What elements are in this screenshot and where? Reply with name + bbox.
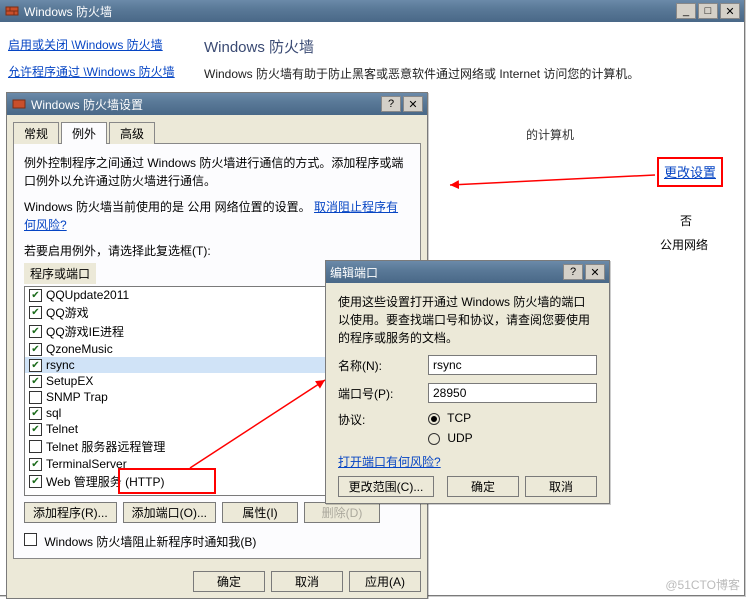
list-item-checkbox[interactable]: ✔ <box>29 375 42 388</box>
list-header: 程序或端口 <box>24 263 96 284</box>
list-item-label: QQUpdate2011 <box>46 288 129 302</box>
add-port-button[interactable]: 添加端口(O)... <box>123 502 216 523</box>
list-item-label: Telnet <box>46 422 78 436</box>
settings-cancel-button[interactable]: 取消 <box>271 571 343 592</box>
list-item-label: Telnet 服务器远程管理 <box>46 438 165 455</box>
tab-exceptions[interactable]: 例外 <box>61 122 107 144</box>
settings-title: Windows 防火墙设置 <box>31 96 381 113</box>
status-value-1: 否 <box>680 212 692 229</box>
protocol-tcp-radio[interactable] <box>428 413 440 425</box>
list-item-checkbox[interactable]: ✔ <box>29 423 42 436</box>
list-item-checkbox[interactable]: ✔ <box>29 359 42 372</box>
settings-help-button[interactable]: ? <box>381 96 401 112</box>
bg-window-title: Windows 防火墙 <box>24 3 676 20</box>
change-settings-link[interactable]: 更改设置 <box>664 162 716 181</box>
list-item-checkbox[interactable]: ✔ <box>29 306 42 319</box>
panel-heading: Windows 防火墙 <box>204 36 730 57</box>
editport-close-button[interactable]: ✕ <box>585 264 605 280</box>
exceptions-description: 例外控制程序之间通过 Windows 防火墙进行通信的方式。添加程序或端口例外以… <box>24 154 410 190</box>
list-item-label: TerminalServer <box>46 457 127 471</box>
minimize-button[interactable]: _ <box>676 3 696 19</box>
settings-close-button[interactable]: ✕ <box>403 96 423 112</box>
editport-titlebar: 编辑端口 ? ✕ <box>326 261 609 283</box>
list-item-label: sql <box>46 406 61 420</box>
list-item-checkbox[interactable] <box>29 391 42 404</box>
bg-window-titlebar: Windows 防火墙 _ □ ✕ <box>0 0 744 22</box>
list-item-label: SNMP Trap <box>46 390 108 404</box>
port-risk-link[interactable]: 打开端口有何风险? <box>338 455 441 469</box>
list-item-checkbox[interactable] <box>29 440 42 453</box>
editport-description: 使用这些设置打开通过 Windows 防火墙的端口以使用。要查找端口号和协议，请… <box>338 293 597 347</box>
list-item-checkbox[interactable]: ✔ <box>29 475 42 488</box>
editport-title: 编辑端口 <box>330 264 563 281</box>
add-program-button[interactable]: 添加程序(R)... <box>24 502 117 523</box>
list-item-checkbox[interactable]: ✔ <box>29 343 42 356</box>
notify-label: Windows 防火墙阻止新程序时通知我(B) <box>44 535 256 549</box>
editport-ok-button[interactable]: 确定 <box>447 476 519 497</box>
nav-allow-program[interactable]: 允许程序通过 \Windows 防火墙 <box>8 63 182 80</box>
list-item-checkbox[interactable]: ✔ <box>29 407 42 420</box>
settings-apply-button[interactable]: 应用(A) <box>349 571 421 592</box>
settings-titlebar: Windows 防火墙设置 ? ✕ <box>7 93 427 115</box>
status-value-2: 公用网络 <box>660 236 708 253</box>
settings-ok-button[interactable]: 确定 <box>193 571 265 592</box>
editport-help-button[interactable]: ? <box>563 264 583 280</box>
list-item-checkbox[interactable]: ✔ <box>29 458 42 471</box>
editport-cancel-button[interactable]: 取消 <box>525 476 597 497</box>
tab-advanced[interactable]: 高级 <box>109 122 155 144</box>
port-input[interactable] <box>428 383 597 403</box>
protocol-udp-label: UDP <box>447 431 472 445</box>
list-item-label: QQ游戏 <box>46 304 89 321</box>
delete-button[interactable]: 删除(D) <box>304 502 380 523</box>
computer-text: 的计算机 <box>526 126 574 143</box>
name-label: 名称(N): <box>338 357 428 374</box>
list-item-checkbox[interactable]: ✔ <box>29 289 42 302</box>
protocol-tcp-label: TCP <box>447 411 471 425</box>
list-item-label: Web 管理服务 (HTTP) <box>46 473 164 490</box>
watermark: @51CTO博客 <box>665 576 740 593</box>
list-item-label: rsync <box>46 358 75 372</box>
nav-toggle-firewall[interactable]: 启用或关闭 \Windows 防火墙 <box>8 36 182 53</box>
properties-button[interactable]: 属性(I) <box>222 502 298 523</box>
firewall-icon <box>11 96 27 112</box>
list-item-label: SetupEX <box>46 374 93 388</box>
tab-general[interactable]: 常规 <box>13 122 59 144</box>
list-item-label: QzoneMusic <box>46 342 113 356</box>
list-item-label: QQ游戏IE进程 <box>46 323 124 340</box>
location-text: Windows 防火墙当前使用的是 公用 网络位置的设置。 <box>24 200 311 214</box>
name-input[interactable] <box>428 355 597 375</box>
notify-checkbox[interactable] <box>24 533 37 546</box>
port-label: 端口号(P): <box>338 385 428 402</box>
change-scope-button[interactable]: 更改范围(C)... <box>338 476 434 497</box>
list-item-checkbox[interactable]: ✔ <box>29 325 42 338</box>
protocol-label: 协议: <box>338 411 428 428</box>
panel-description: Windows 防火墙有助于防止黑客或恶意软件通过网络或 Internet 访问… <box>204 65 730 82</box>
close-button[interactable]: ✕ <box>720 3 740 19</box>
maximize-button[interactable]: □ <box>698 3 718 19</box>
firewall-icon <box>4 3 20 19</box>
protocol-udp-radio[interactable] <box>428 433 440 445</box>
enable-exceptions-label: 若要启用例外，请选择此复选框(T): <box>24 242 410 259</box>
